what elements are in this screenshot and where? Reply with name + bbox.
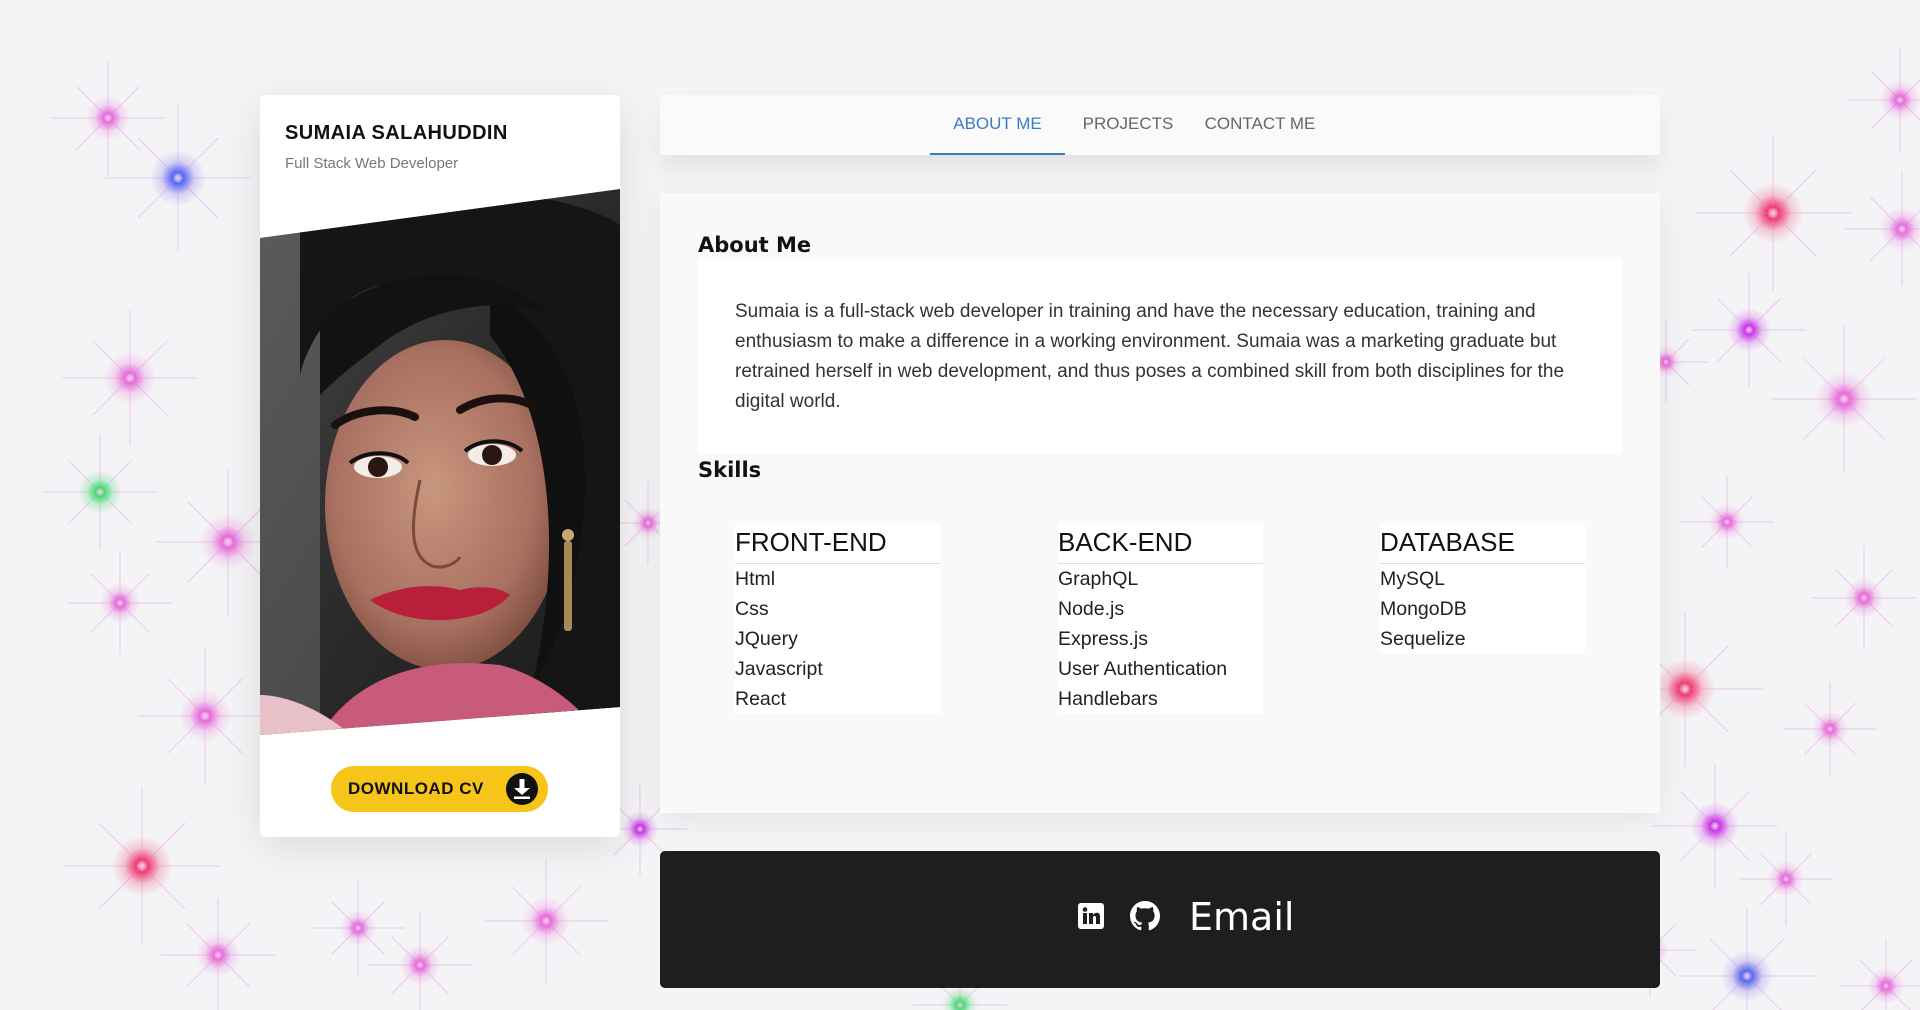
sparkle xyxy=(196,933,240,977)
tab-bar: ABOUT ME PROJECTS CONTACT ME xyxy=(660,95,1660,155)
skill-item: Express.js xyxy=(1058,628,1148,650)
skill-item: React xyxy=(735,688,786,710)
about-heading: About Me xyxy=(698,233,812,257)
profile-title: Full Stack Web Developer xyxy=(285,155,459,172)
sparkle xyxy=(1880,207,1920,251)
sparkle xyxy=(1721,950,1773,1002)
sparkle-ray xyxy=(1771,326,1917,472)
sparkle-ray xyxy=(105,105,251,251)
content-panel: About Me Sumaia is a full-stack web deve… xyxy=(660,193,1660,813)
skill-column-database: DATABASE MySQL MongoDB Sequelize xyxy=(1380,523,1585,654)
sparkle xyxy=(78,470,122,514)
skill-item: Sequelize xyxy=(1380,628,1466,650)
sparkle xyxy=(1727,308,1771,352)
sparkle-ray xyxy=(137,648,273,784)
sparkle-ray xyxy=(1848,48,1920,152)
sparkle xyxy=(942,987,978,1010)
sparkle-ray xyxy=(1691,272,1807,388)
sparkle-ray xyxy=(68,551,172,655)
sparkle xyxy=(1709,504,1745,540)
skill-item: Node.js xyxy=(1058,598,1125,620)
sparkle xyxy=(112,836,172,896)
download-icon xyxy=(506,773,538,805)
sparkle xyxy=(1816,371,1872,427)
sparkle-ray xyxy=(1679,908,1815,1010)
tab-projects-label: PROJECTS xyxy=(1082,114,1174,133)
sparkle xyxy=(400,945,440,985)
sparkle xyxy=(622,811,658,847)
sparkle xyxy=(1880,80,1920,120)
email-link[interactable]: Email xyxy=(1189,895,1294,939)
sparkle-ray xyxy=(1680,475,1774,569)
sparkle xyxy=(100,583,140,623)
sparkle-ray xyxy=(62,310,198,446)
sparkle xyxy=(200,514,256,570)
sparkle xyxy=(1812,711,1848,747)
sparkle xyxy=(522,897,570,945)
sparkle-ray xyxy=(64,788,220,944)
linkedin-icon[interactable] xyxy=(1078,903,1104,934)
skill-column-back-end: BACK-END GraphQL Node.js Express.js User… xyxy=(1058,523,1263,714)
skill-item: JQuery xyxy=(735,628,798,650)
tab-about-me[interactable]: ABOUT ME xyxy=(930,95,1065,155)
tab-projects[interactable]: PROJECTS xyxy=(1080,95,1176,155)
sparkle xyxy=(150,150,206,206)
skill-item: GraphQL xyxy=(1058,568,1139,590)
skill-item: Html xyxy=(735,568,776,590)
download-cv-label: DOWNLOAD CV xyxy=(348,779,484,798)
sparkle-ray xyxy=(42,434,158,550)
sparkle-ray xyxy=(1839,939,1920,1010)
profile-photo xyxy=(260,189,620,735)
sparkle-ray xyxy=(1844,171,1920,287)
sparkle xyxy=(104,352,156,404)
sparkle-ray xyxy=(1783,682,1877,776)
sparkle-ray xyxy=(368,913,472,1010)
skill-item: User Authentication xyxy=(1058,658,1228,680)
skill-column-title: BACK-END xyxy=(1058,523,1263,564)
skill-item: MongoDB xyxy=(1380,598,1467,620)
footer: Email xyxy=(660,851,1660,988)
skill-item: MySQL xyxy=(1380,568,1446,590)
sparkle-ray xyxy=(1652,763,1778,889)
sparkle-ray xyxy=(1739,832,1833,926)
skill-column-title: FRONT-END xyxy=(735,523,940,564)
skill-item: Javascript xyxy=(735,658,823,680)
skill-column-front-end: FRONT-END Html Css JQuery Javascript Rea… xyxy=(735,523,940,714)
sparkle xyxy=(179,690,231,742)
download-cv-button[interactable]: DOWNLOAD CV xyxy=(331,766,548,812)
profile-name: SUMAIA SALAHUDDIN xyxy=(285,122,508,144)
sparkle-ray xyxy=(160,897,276,1010)
sparkle xyxy=(1844,578,1884,618)
sparkle xyxy=(340,910,376,946)
profile-card: SUMAIA SALAHUDDIN Full Stack Web Develop… xyxy=(260,95,620,837)
sparkle xyxy=(1868,968,1904,1004)
about-text: Sumaia is a full-stack web developer in … xyxy=(698,259,1622,454)
sparkle xyxy=(1743,183,1803,243)
tab-contact-me[interactable]: CONTACT ME xyxy=(1192,95,1328,155)
skills-heading: Skills xyxy=(698,458,762,482)
sparkle xyxy=(1768,861,1804,897)
sparkle-ray xyxy=(483,858,609,984)
skill-item: Css xyxy=(735,598,769,620)
sparkle xyxy=(86,96,130,140)
sparkle-ray xyxy=(1695,135,1851,291)
tab-contact-me-label: CONTACT ME xyxy=(1204,114,1316,133)
skill-column-title: DATABASE xyxy=(1380,523,1585,564)
sparkle xyxy=(1655,659,1715,719)
sparkle-ray xyxy=(50,60,166,176)
skill-item: Handlebars xyxy=(1058,688,1158,710)
sparkle-ray xyxy=(311,881,405,975)
github-icon[interactable] xyxy=(1130,901,1160,936)
sparkle xyxy=(1691,802,1739,850)
tab-about-me-label: ABOUT ME xyxy=(953,114,1042,133)
sparkle-ray xyxy=(1812,546,1916,650)
